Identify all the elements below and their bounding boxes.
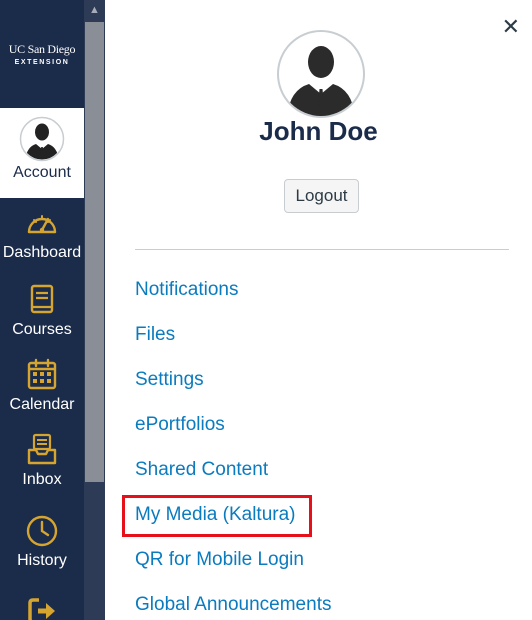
link-shared-content[interactable]: Shared Content: [135, 459, 268, 481]
sign-out-icon: [28, 598, 55, 620]
logo-line-1: UC San Diego: [8, 42, 76, 56]
scroll-up-arrow-icon[interactable]: ▲: [84, 0, 105, 20]
global-navigation: UC San Diego EXTENSION Account Dashboard…: [0, 0, 84, 620]
nav-scrollbar-thumb[interactable]: [85, 22, 104, 482]
link-qr-mobile-login[interactable]: QR for Mobile Login: [135, 549, 304, 571]
nav-calendar-label: Calendar: [9, 396, 75, 413]
nav-courses[interactable]: Courses: [0, 283, 84, 339]
link-global-announcements[interactable]: Global Announcements: [135, 594, 331, 616]
my-media-highlight-box: [122, 495, 312, 537]
divider: [135, 249, 509, 250]
nav-dashboard[interactable]: Dashboard: [0, 206, 84, 262]
user-name: John Doe: [259, 116, 378, 146]
nav-account-label: Account: [13, 164, 71, 181]
nav-account[interactable]: Account: [0, 108, 84, 198]
app-root: UC San Diego EXTENSION Account Dashboard…: [0, 0, 532, 620]
inbox-icon: [27, 433, 57, 465]
nav-history-label: History: [17, 552, 67, 569]
link-files[interactable]: Files: [135, 324, 175, 346]
nav-dashboard-label: Dashboard: [2, 244, 82, 261]
account-tray: ✕ John Doe Logout Notifications Files Se…: [105, 0, 532, 620]
nav-inbox-label: Inbox: [22, 471, 62, 488]
nav-inbox[interactable]: Inbox: [0, 433, 84, 489]
user-avatar: [277, 30, 365, 118]
history-clock-icon: [26, 515, 58, 547]
dashboard-speedometer-icon: [27, 215, 57, 234]
nav-history[interactable]: History: [0, 514, 84, 570]
logo-line-2: EXTENSION: [14, 59, 70, 66]
nav-courses-label: Courses: [12, 321, 72, 338]
link-settings[interactable]: Settings: [135, 369, 204, 391]
uc-san-diego-extension-logo[interactable]: UC San Diego EXTENSION: [0, 0, 84, 108]
account-avatar-icon: [19, 116, 65, 162]
link-notifications[interactable]: Notifications: [135, 279, 239, 301]
nav-calendar[interactable]: Calendar: [0, 358, 84, 414]
logout-button[interactable]: Logout: [284, 179, 359, 213]
calendar-icon: [27, 358, 57, 390]
link-eportfolios[interactable]: ePortfolios: [135, 414, 225, 436]
user-silhouette-icon: [287, 46, 355, 116]
close-icon[interactable]: ✕: [502, 16, 520, 38]
nav-logout-partial[interactable]: [0, 594, 84, 620]
courses-book-icon: [30, 284, 54, 314]
